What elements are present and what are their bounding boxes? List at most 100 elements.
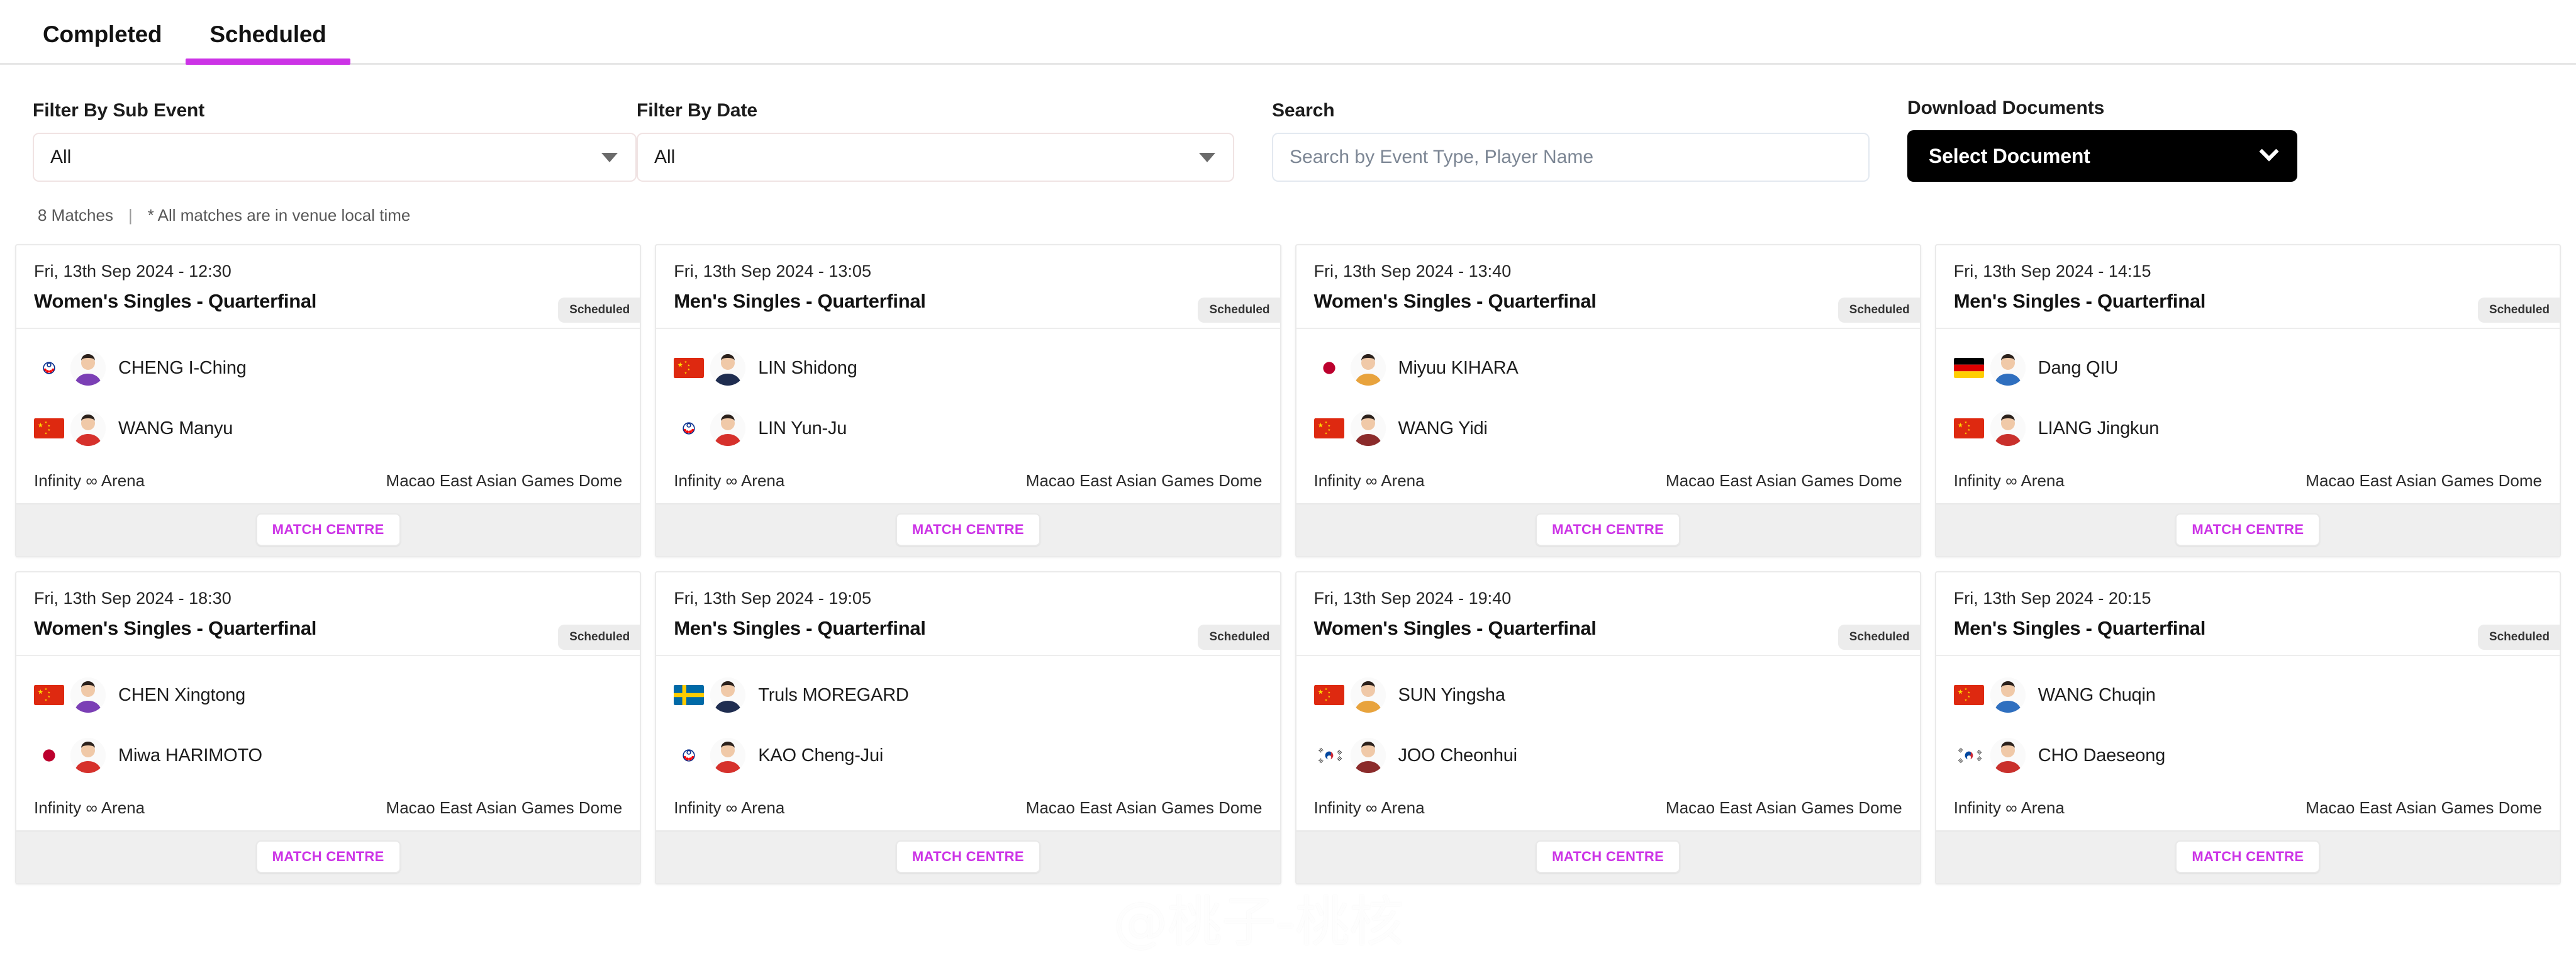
select-document-button[interactable]: Select Document [1907,130,2297,182]
match-centre-button[interactable]: MATCH CENTRE [255,840,401,873]
filter-date: Filter By Date All [637,100,1272,182]
filter-sub-event-select[interactable]: All [33,133,637,182]
match-card[interactable]: Fri, 13th Sep 2024 - 13:40 Women's Single… [1295,244,1921,557]
tpe-flag [34,357,64,379]
match-centre-button[interactable]: MATCH CENTRE [1536,513,1681,546]
player-row: LIN Yun-Ju [674,398,1262,459]
weibo-watermark: @桃子-桃核 [1044,878,1403,956]
match-card-header: Fri, 13th Sep 2024 - 13:05 Men's Singles … [656,245,1280,328]
player-avatar [710,411,746,446]
player-name: KAO Cheng-Jui [758,745,884,766]
venue-row: Infinity ∞ Arena Macao East Asian Games D… [16,789,640,830]
match-centre-button[interactable]: MATCH CENTRE [1536,840,1681,873]
status-badge: Scheduled [1837,298,1920,323]
match-event-title: Men's Singles - Quarterfinal [1953,617,2206,639]
match-datetime: Fri, 13th Sep 2024 - 13:05 [674,262,871,281]
svg-text:★: ★ [1327,428,1330,432]
match-card[interactable]: Fri, 13th Sep 2024 - 13:05 Men's Singles … [655,244,1281,557]
match-card-footer: MATCH CENTRE [1936,830,2560,883]
svg-text:★: ★ [1967,691,1970,695]
match-card[interactable]: Fri, 13th Sep 2024 - 19:40 Women's Single… [1295,571,1921,884]
player-list: CHENG I-Ching ★ ★ ★ ★ ★ WANG Manyu [16,329,640,462]
player-avatar [1350,677,1386,713]
svg-text:★: ★ [1324,699,1327,703]
player-row: Miyuu KIHARA [1313,338,1902,398]
chn-flag: ★ ★ ★ ★ ★ [1953,418,1984,439]
svg-text:★: ★ [688,364,691,368]
player-avatar [710,738,746,773]
venue-name: Macao East Asian Games Dome [1025,798,1263,817]
player-name: LIANG Jingkun [2038,418,2160,438]
player-name: WANG Manyu [118,418,233,438]
svg-text:★: ★ [1327,695,1330,699]
player-name: LIN Shidong [758,357,857,378]
svg-text:★: ★ [1957,689,1963,696]
match-event-title: Women's Singles - Quarterfinal [34,290,317,312]
match-card-footer: MATCH CENTRE [16,503,640,556]
tab-scheduled[interactable]: Scheduled [186,21,350,65]
match-centre-button[interactable]: MATCH CENTRE [255,513,401,546]
player-row: ★ ★ ★ ★ ★ WANG Manyu [34,398,622,459]
filter-bar: Filter By Sub Event All Filter By Date A… [0,65,2576,182]
match-centre-button[interactable]: MATCH CENTRE [895,840,1040,873]
venue-name: Macao East Asian Games Dome [1025,471,1263,490]
filter-date-select[interactable]: All [637,133,1234,182]
svg-text:★: ★ [684,360,688,364]
tab-completed-label: Completed [43,21,162,47]
filter-sub-event-value: All [50,147,72,167]
venue-row: Infinity ∞ Arena Macao East Asian Games D… [1296,462,1920,503]
match-centre-button[interactable]: MATCH CENTRE [895,513,1040,546]
player-name: LIN Yun-Ju [758,418,847,438]
match-centre-button[interactable]: MATCH CENTRE [2175,840,2321,873]
chn-flag: ★ ★ ★ ★ ★ [674,357,705,379]
hall-name: Infinity ∞ Arena [34,471,145,490]
match-count: 8 Matches [38,206,113,225]
player-name: Truls MOREGARD [758,684,909,705]
player-avatar [710,350,746,386]
hall-name: Infinity ∞ Arena [674,471,785,490]
svg-text:★: ★ [1967,428,1970,432]
match-card-header: Fri, 13th Sep 2024 - 19:40 Women's Single… [1296,572,1920,655]
match-centre-button[interactable]: MATCH CENTRE [2175,513,2321,546]
venue-row: Infinity ∞ Arena Macao East Asian Games D… [1296,789,1920,830]
match-card[interactable]: Fri, 13th Sep 2024 - 18:30 Women's Single… [15,571,642,884]
match-card-header: Fri, 13th Sep 2024 - 19:05 Men's Singles … [656,572,1280,655]
player-row: ★ ★ ★ ★ ★ WANG Chuqin [1953,665,2542,725]
match-card[interactable]: Fri, 13th Sep 2024 - 12:30 Women's Single… [15,244,642,557]
search-input[interactable] [1272,133,1870,182]
match-card-header: Fri, 13th Sep 2024 - 13:40 Women's Single… [1296,245,1920,328]
watermark-text: @桃子-桃核 [1113,891,1404,954]
chevron-down-icon [1199,152,1215,162]
match-event-title: Men's Singles - Quarterfinal [674,617,926,639]
player-row: CHO Daeseong [1953,725,2542,786]
player-avatar [1990,350,2026,386]
player-list: Truls MOREGARD KAO Cheng-Jui [656,656,1280,789]
summary-separator: | [128,206,133,225]
match-card[interactable]: Fri, 13th Sep 2024 - 19:05 Men's Singles … [655,571,1281,884]
svg-text:★: ★ [38,689,43,696]
status-badge: Scheduled [1198,298,1280,323]
match-card[interactable]: Fri, 13th Sep 2024 - 14:15 Men's Singles … [1934,244,2561,557]
svg-text:★: ★ [677,362,683,369]
filter-date-label: Filter By Date [637,100,757,121]
player-list: ★ ★ ★ ★ ★ LIN Shidong LIN Yun-Ju [656,329,1280,462]
venue-row: Infinity ∞ Arena Macao East Asian Games D… [1936,789,2560,830]
match-event-title: Women's Singles - Quarterfinal [1313,290,1597,312]
match-card-footer: MATCH CENTRE [656,830,1280,883]
venue-name: Macao East Asian Games Dome [2306,471,2542,490]
chn-flag: ★ ★ ★ ★ ★ [1953,684,1984,706]
tab-underline [19,58,186,65]
match-card-header: Fri, 13th Sep 2024 - 18:30 Women's Single… [16,572,640,655]
tab-completed[interactable]: Completed [19,21,186,63]
svg-text:★: ★ [1317,422,1323,429]
player-name: CHO Daeseong [2038,745,2166,766]
match-datetime: Fri, 13th Sep 2024 - 12:30 [34,262,231,281]
svg-text:★: ★ [1324,688,1327,691]
match-datetime: Fri, 13th Sep 2024 - 20:15 [1953,589,2151,608]
match-card[interactable]: Fri, 13th Sep 2024 - 20:15 Men's Singles … [1934,571,2561,884]
player-name: Miwa HARIMOTO [118,745,262,766]
player-name: WANG Yidi [1398,418,1488,438]
chn-flag: ★ ★ ★ ★ ★ [34,418,64,439]
player-name: CHENG I-Ching [118,357,247,378]
hall-name: Infinity ∞ Arena [34,798,145,817]
